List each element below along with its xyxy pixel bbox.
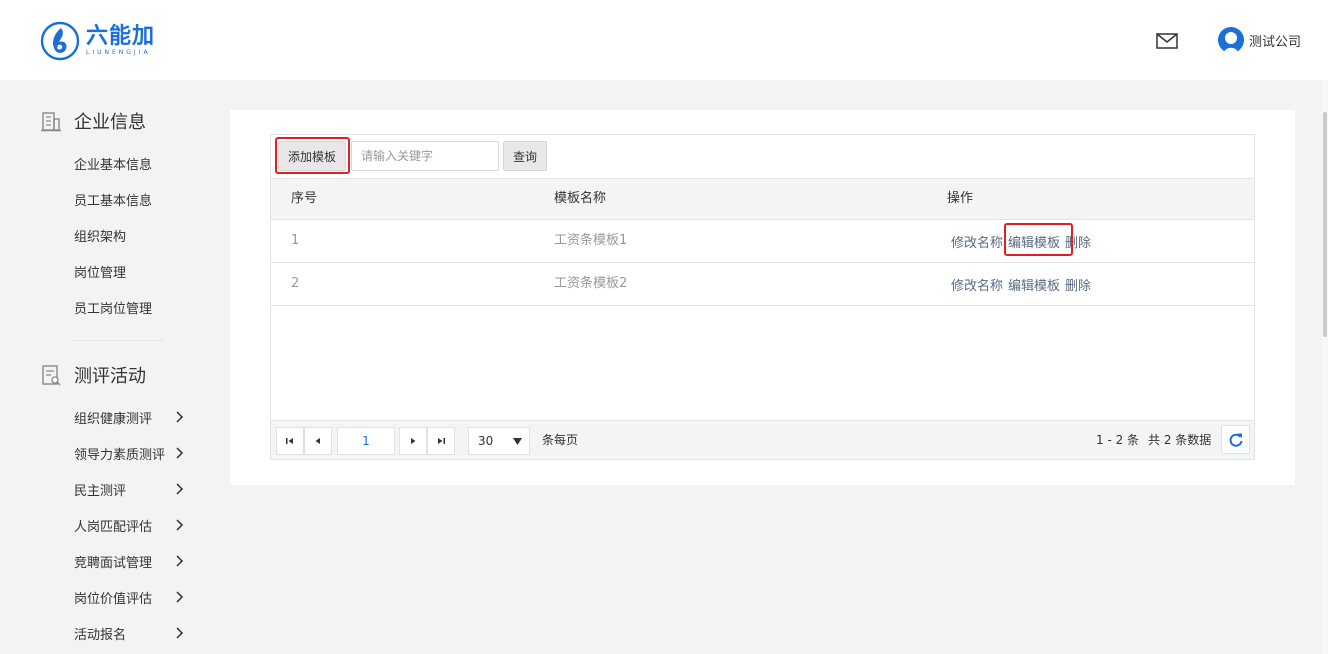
main-panel: 添加模板 查询 序号 模板名称 操作 1 工资条模板1 修改名称 编辑模板 删除… bbox=[230, 110, 1295, 485]
sidebar-item-job-match[interactable]: 人岗匹配评估 bbox=[74, 513, 194, 537]
sidebar-item-label: 领导力素质测评 bbox=[74, 447, 166, 463]
refresh-icon bbox=[1229, 433, 1242, 447]
dropdown-arrow-icon bbox=[513, 438, 522, 445]
edit-template-link[interactable]: 编辑模板 bbox=[1008, 275, 1060, 294]
sidebar-section-assessment[interactable]: 测评活动 bbox=[40, 362, 146, 388]
sidebar-section-enterprise[interactable]: 企业信息 bbox=[40, 108, 146, 134]
row-actions: 修改名称 编辑模板 删除 bbox=[951, 220, 1096, 262]
user-avatar-icon bbox=[1218, 27, 1244, 53]
column-header-name: 模板名称 bbox=[554, 191, 607, 206]
sidebar-item-label: 员工基本信息 bbox=[74, 193, 153, 209]
sidebar: 企业信息 企业基本信息 员工基本信息 组织架构 岗位管理 员工岗位管理 测评活动… bbox=[0, 80, 200, 654]
sidebar-item-org-structure[interactable]: 组织架构 bbox=[74, 223, 194, 247]
sidebar-item-position-value[interactable]: 岗位价值评估 bbox=[74, 585, 194, 609]
rename-link[interactable]: 修改名称 bbox=[951, 232, 1003, 251]
sidebar-item-registration[interactable]: 活动报名 bbox=[74, 621, 194, 645]
sidebar-item-company-info[interactable]: 企业基本信息 bbox=[74, 151, 194, 175]
search-input[interactable] bbox=[351, 141, 499, 171]
building-icon bbox=[41, 112, 61, 132]
page-scrollbar[interactable] bbox=[1322, 80, 1328, 654]
last-page-icon bbox=[438, 438, 445, 444]
prev-page-button[interactable] bbox=[304, 427, 332, 455]
scrollbar-thumb[interactable] bbox=[1323, 112, 1327, 337]
sidebar-item-democratic[interactable]: 民主测评 bbox=[74, 477, 194, 501]
row-index: 1 bbox=[291, 233, 300, 248]
page-size-value: 30 bbox=[478, 434, 494, 448]
sidebar-item-label: 竞聘面试管理 bbox=[74, 555, 153, 571]
chevron-right-icon bbox=[176, 483, 184, 495]
user-menu[interactable]: 测试公司 bbox=[1218, 27, 1301, 53]
total-text: 共 2 条数据 bbox=[1148, 433, 1212, 447]
sidebar-divider bbox=[74, 340, 164, 341]
next-page-icon bbox=[411, 438, 416, 444]
sidebar-item-interview[interactable]: 竞聘面试管理 bbox=[74, 549, 194, 573]
first-page-icon bbox=[286, 438, 293, 444]
logo-text-cn: 六能加 bbox=[86, 24, 156, 49]
chevron-right-icon bbox=[176, 627, 184, 639]
edit-template-link[interactable]: 编辑模板 bbox=[1008, 232, 1060, 251]
sidebar-item-label: 员工岗位管理 bbox=[74, 301, 153, 317]
assessment-icon bbox=[42, 365, 61, 386]
chevron-right-icon bbox=[176, 519, 184, 531]
sidebar-item-label: 民主测评 bbox=[74, 483, 127, 499]
per-page-label: 条每页 bbox=[542, 433, 579, 447]
top-bar: 六能加 LIUNENGJIA 测试公司 bbox=[0, 0, 1328, 80]
table-row[interactable]: 2 工资条模板2 修改名称 编辑模板 删除 bbox=[271, 263, 1254, 306]
template-grid: 添加模板 查询 序号 模板名称 操作 1 工资条模板1 修改名称 编辑模板 删除… bbox=[270, 134, 1255, 460]
prev-page-icon bbox=[315, 438, 320, 444]
sidebar-section-title: 企业信息 bbox=[74, 112, 146, 133]
sidebar-item-label: 企业基本信息 bbox=[74, 157, 153, 173]
rename-link[interactable]: 修改名称 bbox=[951, 275, 1003, 294]
query-button[interactable]: 查询 bbox=[503, 141, 547, 171]
pager: 30 条每页 1 - 2 条 共 2 条数据 bbox=[271, 420, 1254, 459]
row-template-name: 工资条模板2 bbox=[554, 276, 628, 291]
page-number-input[interactable] bbox=[337, 427, 395, 455]
row-template-name: 工资条模板1 bbox=[554, 233, 628, 248]
sidebar-item-label: 人岗匹配评估 bbox=[74, 519, 153, 535]
table-row[interactable]: 1 工资条模板1 修改名称 编辑模板 删除 bbox=[271, 220, 1254, 263]
mail-icon[interactable] bbox=[1156, 33, 1178, 49]
delete-link[interactable]: 删除 bbox=[1065, 275, 1091, 294]
column-header-index: 序号 bbox=[291, 191, 318, 206]
range-text: 1 - 2 条 bbox=[1096, 433, 1140, 447]
chevron-right-icon bbox=[176, 447, 184, 459]
sidebar-item-label: 活动报名 bbox=[74, 627, 127, 643]
last-page-button[interactable] bbox=[427, 427, 455, 455]
sidebar-item-label: 岗位价值评估 bbox=[74, 591, 153, 607]
sidebar-item-label: 岗位管理 bbox=[74, 265, 127, 281]
page-size-select[interactable]: 30 bbox=[468, 427, 530, 455]
row-index: 2 bbox=[291, 276, 300, 291]
sidebar-item-employee-position[interactable]: 员工岗位管理 bbox=[74, 295, 194, 319]
sidebar-item-org-health[interactable]: 组织健康测评 bbox=[74, 405, 194, 429]
first-page-button[interactable] bbox=[276, 427, 304, 455]
sidebar-item-label: 组织健康测评 bbox=[74, 411, 153, 427]
chevron-right-icon bbox=[176, 591, 184, 603]
sidebar-section-title: 测评活动 bbox=[74, 366, 146, 387]
row-actions: 修改名称 编辑模板 删除 bbox=[951, 263, 1096, 305]
chevron-right-icon bbox=[176, 411, 184, 423]
sidebar-item-label: 组织架构 bbox=[74, 229, 127, 245]
sidebar-item-leadership[interactable]: 领导力素质测评 bbox=[74, 441, 194, 465]
column-header-actions: 操作 bbox=[947, 191, 974, 206]
add-template-button[interactable]: 添加模板 bbox=[278, 141, 346, 171]
delete-link[interactable]: 删除 bbox=[1065, 232, 1091, 251]
logo[interactable]: 六能加 LIUNENGJIA bbox=[40, 21, 155, 61]
refresh-button[interactable] bbox=[1221, 425, 1250, 454]
table-header: 序号 模板名称 操作 bbox=[271, 178, 1254, 220]
logo-text-en: LIUNENGJIA bbox=[86, 49, 151, 56]
sidebar-item-employee-info[interactable]: 员工基本信息 bbox=[74, 187, 194, 211]
sidebar-item-position-management[interactable]: 岗位管理 bbox=[74, 259, 194, 283]
logo-icon bbox=[40, 21, 80, 61]
chevron-right-icon bbox=[176, 555, 184, 567]
user-name: 测试公司 bbox=[1249, 34, 1302, 50]
grid-toolbar: 添加模板 查询 bbox=[271, 135, 1254, 178]
next-page-button[interactable] bbox=[399, 427, 427, 455]
